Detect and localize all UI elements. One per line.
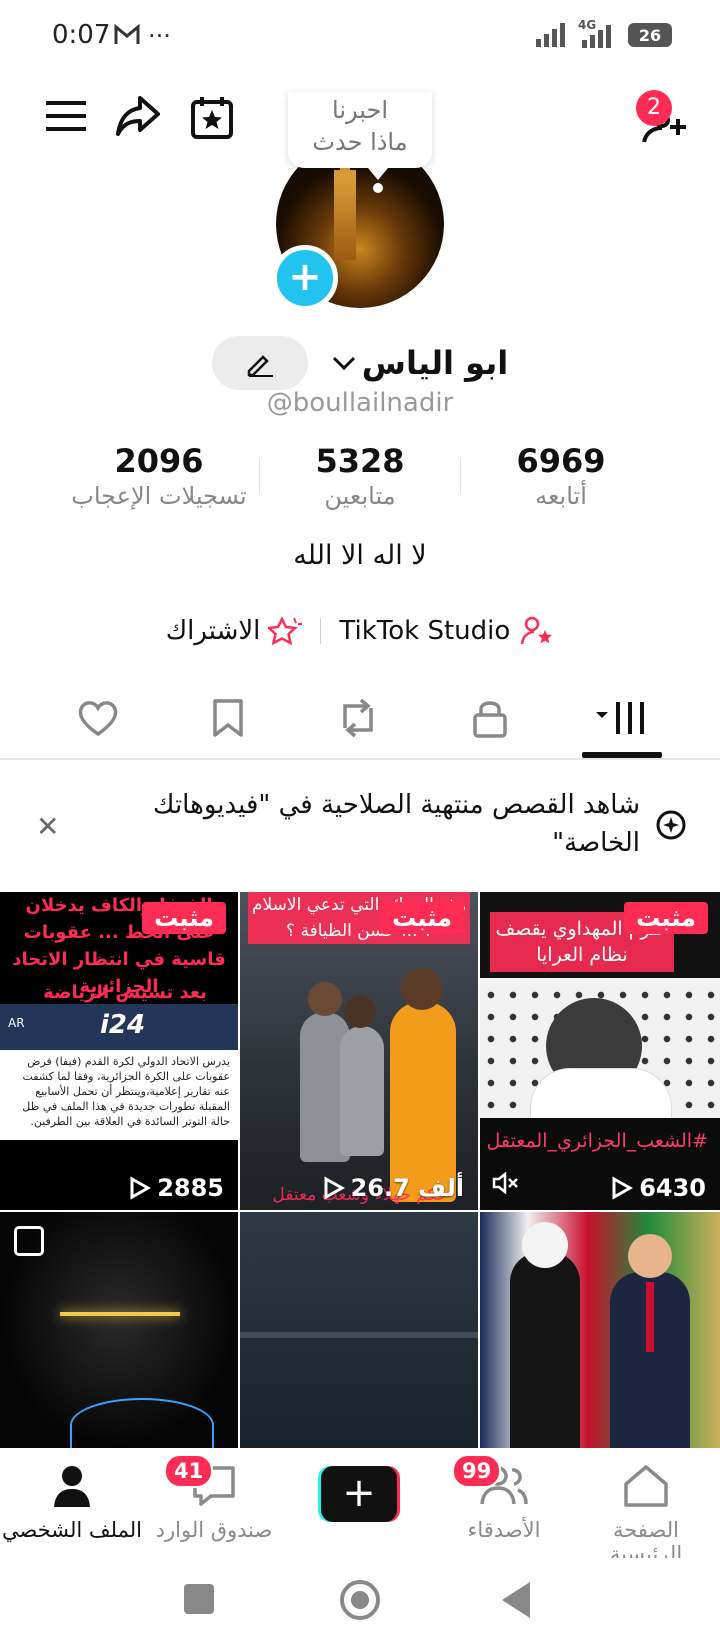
player-head [401,968,443,1010]
tab-saved[interactable] [204,694,252,742]
video-thumbnail[interactable]: الفيفا والكاف يدخلان على الخط ... عقوبات… [0,892,238,1210]
likes-stat[interactable]: 2096 تسجيلات الإعجاب [59,442,259,510]
video-thumbnail[interactable]: حترم المهداوي يقصف نظام العرايا #الشعب_ا… [480,892,720,1210]
street-lights [60,1312,180,1316]
battery-icon: 26 [628,23,672,47]
play-icon [130,1176,152,1200]
play-icon [612,1176,634,1200]
signal-4g-icon: 4G [578,18,618,48]
person-head [628,1234,672,1278]
friends-badge: 99 [452,1454,502,1488]
account-switcher[interactable]: ابو الياس [332,344,508,382]
menu-icon[interactable] [46,96,86,136]
heart-icon [78,701,118,737]
gmail-icon [114,23,140,50]
avatar-image [334,156,356,260]
view-count: 26.7 ألف [323,1174,464,1202]
nav-home[interactable]: الصفحة الرئيسية [576,1464,716,1566]
close-icon[interactable]: ✕ [36,810,59,843]
edit-profile-button[interactable] [211,336,308,390]
status-time: 0:07 [52,20,111,50]
stat-divider [460,459,461,493]
add-avatar-button[interactable]: + [272,245,338,311]
view-count: 6430 [611,1174,706,1202]
plus-icon: + [321,1466,397,1522]
profile-links: الاشتراك TikTok Studio [0,616,720,646]
nav-profile[interactable]: الملف الشخصي [2,1464,142,1542]
user-handle: @boullailnadir [266,388,454,418]
person-head [522,1222,568,1268]
player-head [308,982,342,1016]
repost-icon [343,698,373,738]
share-icon[interactable] [114,94,162,138]
bottom-navigation: الصفحة الرئيسية الأصدقاء 99 + صندوق الوا… [0,1448,720,1566]
nav-friends[interactable]: الأصدقاء 99 [434,1454,574,1542]
notification-badge: 2 [636,90,672,126]
more-notifications-icon: ··· [148,22,171,50]
tab-private[interactable] [466,694,514,742]
stat-divider [259,459,260,493]
subscribe-star-icon [268,616,303,646]
home-button[interactable] [340,1580,380,1620]
profile-icon [54,1466,90,1507]
signal-icon [536,23,565,47]
name-row: ابو الياس [0,336,720,390]
muted-icon [492,1171,520,1198]
system-navigation [0,1558,720,1640]
create-button[interactable]: + [318,1466,400,1522]
calendar-star-icon[interactable] [190,96,234,140]
expired-stories-banner[interactable]: ✕ شاهد القصص منتهية الصلاحية في "فيديوها… [0,760,720,892]
horizon [240,1332,478,1338]
pinned-badge: مثبت [142,902,226,934]
back-button[interactable] [502,1582,530,1618]
home-icon [624,1465,668,1507]
active-tab-indicator [582,752,662,758]
video-thumbnail[interactable] [0,1212,238,1448]
pinned-badge: مثبت [624,902,708,934]
followers-stat[interactable]: 5328 متابعين [260,442,460,510]
video-thumbnail[interactable]: هذه الجزائر التي تدعي الاسلام ؟ ... حسن … [240,892,478,1210]
status-icons: 4G 26 [536,18,672,48]
tooltip-dot [373,183,383,193]
dashboard-gauge [70,1398,214,1448]
chevron-down-icon [332,356,355,371]
multi-clip-icon [14,1226,44,1256]
tiktok-studio-link[interactable]: TikTok Studio [339,616,554,646]
story-plus-icon [654,808,688,846]
content-tabs [0,672,720,760]
news-header: AR i24 [0,1004,238,1050]
view-count: 2885 [129,1174,224,1202]
inbox-badge: 41 [164,1454,214,1488]
player-head [344,996,376,1028]
links-divider [320,618,322,644]
play-icon [324,1176,345,1200]
video-grid: حترم المهداوي يقصف نظام العرايا #الشعب_ا… [0,892,720,1448]
studio-person-star-icon [521,616,553,645]
username: ابو الياس [361,344,509,382]
pencil-icon [247,355,273,377]
video-thumbnail[interactable] [480,1212,720,1448]
videos-grid-icon [596,702,644,734]
bio: لا اله الا الله [293,540,427,571]
player-orange [390,1002,456,1202]
tab-reposts[interactable] [334,694,382,742]
subscribe-link[interactable]: الاشتراك [166,616,303,646]
recents-button[interactable] [184,1584,214,1614]
tab-videos[interactable] [582,694,662,742]
following-stat[interactable]: 6969 أتابعه [461,442,661,510]
bookmark-icon [213,699,243,737]
video-thumbnail[interactable] [240,1212,478,1448]
avatar-tooltip: احبرنا ماذا حدث [288,92,432,168]
tie [646,1282,654,1352]
tooltip-tail [368,168,388,180]
pinned-badge: مثبت [380,902,464,934]
tab-liked[interactable] [74,694,122,742]
player-grey [340,1026,384,1156]
nav-inbox[interactable]: صندوق الوارد 41 [144,1454,284,1542]
person-left [510,1252,580,1448]
stats-row: 6969 أتابعه 5328 متابعين 2096 تسجيلات ال… [0,442,720,510]
lock-icon [473,701,507,738]
